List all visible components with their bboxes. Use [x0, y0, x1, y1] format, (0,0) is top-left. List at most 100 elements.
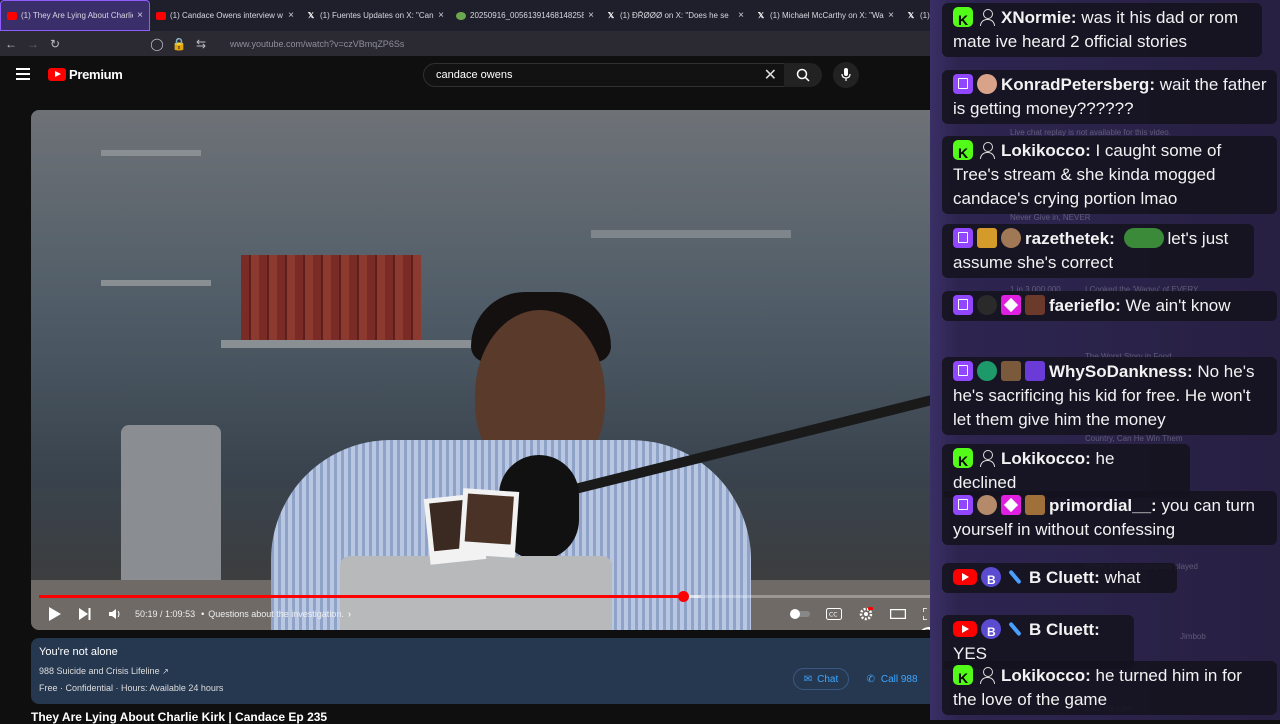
- kick-logo-icon: [953, 7, 973, 32]
- close-tab-icon[interactable]: ×: [288, 10, 294, 21]
- chat-username: faerieflo: [1049, 296, 1116, 315]
- twitch-logo-icon: [953, 361, 973, 381]
- chat-username: KonradPetersberg: [1001, 75, 1150, 94]
- tab-title: (1) Michael McCarthy on X: "Wa: [770, 11, 884, 20]
- user-icon: [977, 448, 997, 468]
- sword-badge-icon: [1001, 361, 1021, 381]
- clear-search-icon[interactable]: ✕: [764, 65, 777, 85]
- chat-username: primordial__: [1049, 496, 1152, 515]
- tab-title: 20250916_00561391468148258: [470, 11, 585, 20]
- progress-bar[interactable]: [39, 591, 934, 602]
- address-bar[interactable]: www.youtube.com/watch?v=czVBmqZP6Ss: [230, 39, 404, 49]
- external-link-icon: ↗: [162, 667, 169, 676]
- reload-icon[interactable]: ↻: [44, 37, 66, 51]
- train-badge-icon: [1025, 361, 1045, 381]
- browser-tab-0[interactable]: (1) They Are Lying About Charlie ×: [0, 0, 150, 31]
- kick-logo-icon: [953, 448, 973, 473]
- video-player[interactable]: Candace 50:19 / 1:09:53 • Questions abou…: [31, 110, 940, 630]
- chapter-title[interactable]: Questions about the investigation.: [208, 609, 344, 619]
- username-colon: :: [1085, 141, 1096, 160]
- x-icon: 𝕏: [607, 11, 615, 20]
- captions-button[interactable]: CC: [820, 600, 848, 628]
- username-colon: :: [1109, 229, 1120, 248]
- search-button[interactable]: [784, 63, 822, 87]
- back-icon[interactable]: ←: [0, 37, 22, 51]
- twitch-logo-icon: [953, 228, 973, 248]
- chapter-dot: •: [201, 609, 205, 619]
- user-avatar-icon: [977, 74, 997, 94]
- lifeline-link[interactable]: 988 Suicide and Crisis Lifeline ↗: [39, 666, 169, 676]
- search-box: ✕: [423, 63, 786, 87]
- close-tab-icon[interactable]: ×: [738, 10, 744, 21]
- youtube-icon: [156, 11, 166, 20]
- chat-message: Lokikocco: he declined: [942, 444, 1190, 498]
- username-colon: :: [1094, 568, 1105, 587]
- play-icon: [49, 607, 61, 621]
- chat-username: razethetek: [1025, 229, 1110, 248]
- chat-button-label: Chat: [817, 673, 839, 685]
- theater-icon: [890, 609, 906, 619]
- chevron-right-icon[interactable]: ›: [348, 609, 351, 620]
- total-time: 1:09:53: [165, 609, 196, 619]
- user-avatar-icon: B: [981, 619, 1001, 639]
- user-icon: [977, 7, 997, 27]
- menu-icon[interactable]: [16, 68, 30, 80]
- chat-username: Lokikocco: [1001, 666, 1086, 685]
- search-icon: [796, 68, 810, 82]
- chat-message-text: We ain't know: [1125, 296, 1231, 315]
- background-sidebar-text: Country, Can He Win Them: [1085, 434, 1183, 443]
- chat-username: XNormie: [1001, 8, 1071, 27]
- user-avatar-icon: [977, 495, 997, 515]
- shield-icon[interactable]: ◯: [146, 37, 168, 51]
- username-colon: :: [1186, 362, 1198, 381]
- close-tab-icon[interactable]: ×: [137, 10, 143, 21]
- twitch-logo-icon: [953, 295, 973, 315]
- browser-tab-4[interactable]: 𝕏 (1) ÐŘØØØ on X: "Does he se ×: [600, 0, 750, 31]
- chat-message: primordial__: you can turn yourself in w…: [942, 491, 1277, 545]
- username-colon: :: [1115, 296, 1126, 315]
- username-colon: :: [1149, 75, 1160, 94]
- close-tab-icon[interactable]: ×: [888, 10, 894, 21]
- theater-mode-button[interactable]: [884, 600, 912, 628]
- browser-tab-2[interactable]: 𝕏 (1) Fuentes Updates on X: "Can ×: [300, 0, 450, 31]
- avatar-letter: B: [987, 625, 996, 639]
- username-colon: :: [1085, 449, 1096, 468]
- chat-username: WhySoDankness: [1049, 362, 1187, 381]
- close-tab-icon[interactable]: ×: [588, 10, 594, 21]
- settings-button[interactable]: [852, 600, 880, 628]
- notice-details: Free · Confidential · Hours: Available 2…: [39, 683, 224, 693]
- close-tab-icon[interactable]: ×: [438, 10, 444, 21]
- twitch-logo-icon: [953, 495, 973, 515]
- user-icon: [977, 140, 997, 160]
- lifeline-text: 988 Suicide and Crisis Lifeline: [39, 666, 160, 676]
- autoplay-icon: [790, 609, 810, 619]
- emote-icon: [1123, 228, 1164, 248]
- wrench-icon: [1005, 619, 1025, 639]
- permissions-icon[interactable]: ⇆: [190, 37, 212, 51]
- chat-message: WhySoDankness: No he's he's sacrificing …: [942, 357, 1277, 435]
- volume-icon: [109, 609, 120, 619]
- chat-message: Lokikocco: I caught some of Tree's strea…: [942, 136, 1277, 214]
- x-icon: 𝕏: [907, 11, 915, 20]
- chat-username: Lokikocco: [1001, 449, 1086, 468]
- chat-message: razethetek: let's just assume she's corr…: [942, 224, 1254, 278]
- play-button[interactable]: [41, 600, 69, 628]
- x-icon: 𝕏: [307, 11, 315, 20]
- voice-search-button[interactable]: [833, 62, 859, 88]
- youtube-logo[interactable]: Premium: [48, 67, 123, 82]
- svg-text:CC: CC: [829, 612, 837, 619]
- browser-tab-1[interactable]: (1) Candace Owens interview w ×: [150, 0, 300, 31]
- call-button[interactable]: ✆ Call 988: [857, 668, 927, 690]
- browser-tab-5[interactable]: 𝕏 (1) Michael McCarthy on X: "Wa ×: [750, 0, 900, 31]
- stream-chat-overlay: Live chat replay is not available for th…: [930, 0, 1280, 720]
- search-input[interactable]: [434, 68, 748, 82]
- notice-title: You're not alone: [39, 646, 118, 658]
- chat-button[interactable]: ✉ Chat: [793, 668, 849, 690]
- autoplay-toggle[interactable]: [786, 600, 814, 628]
- egg-badge-icon: [1001, 228, 1021, 248]
- forward-icon[interactable]: →: [22, 37, 44, 51]
- browser-tab-3[interactable]: 20250916_00561391468148258 ×: [450, 0, 600, 31]
- volume-button[interactable]: [101, 600, 129, 628]
- next-button[interactable]: [71, 600, 99, 628]
- current-time: 50:19: [135, 609, 158, 619]
